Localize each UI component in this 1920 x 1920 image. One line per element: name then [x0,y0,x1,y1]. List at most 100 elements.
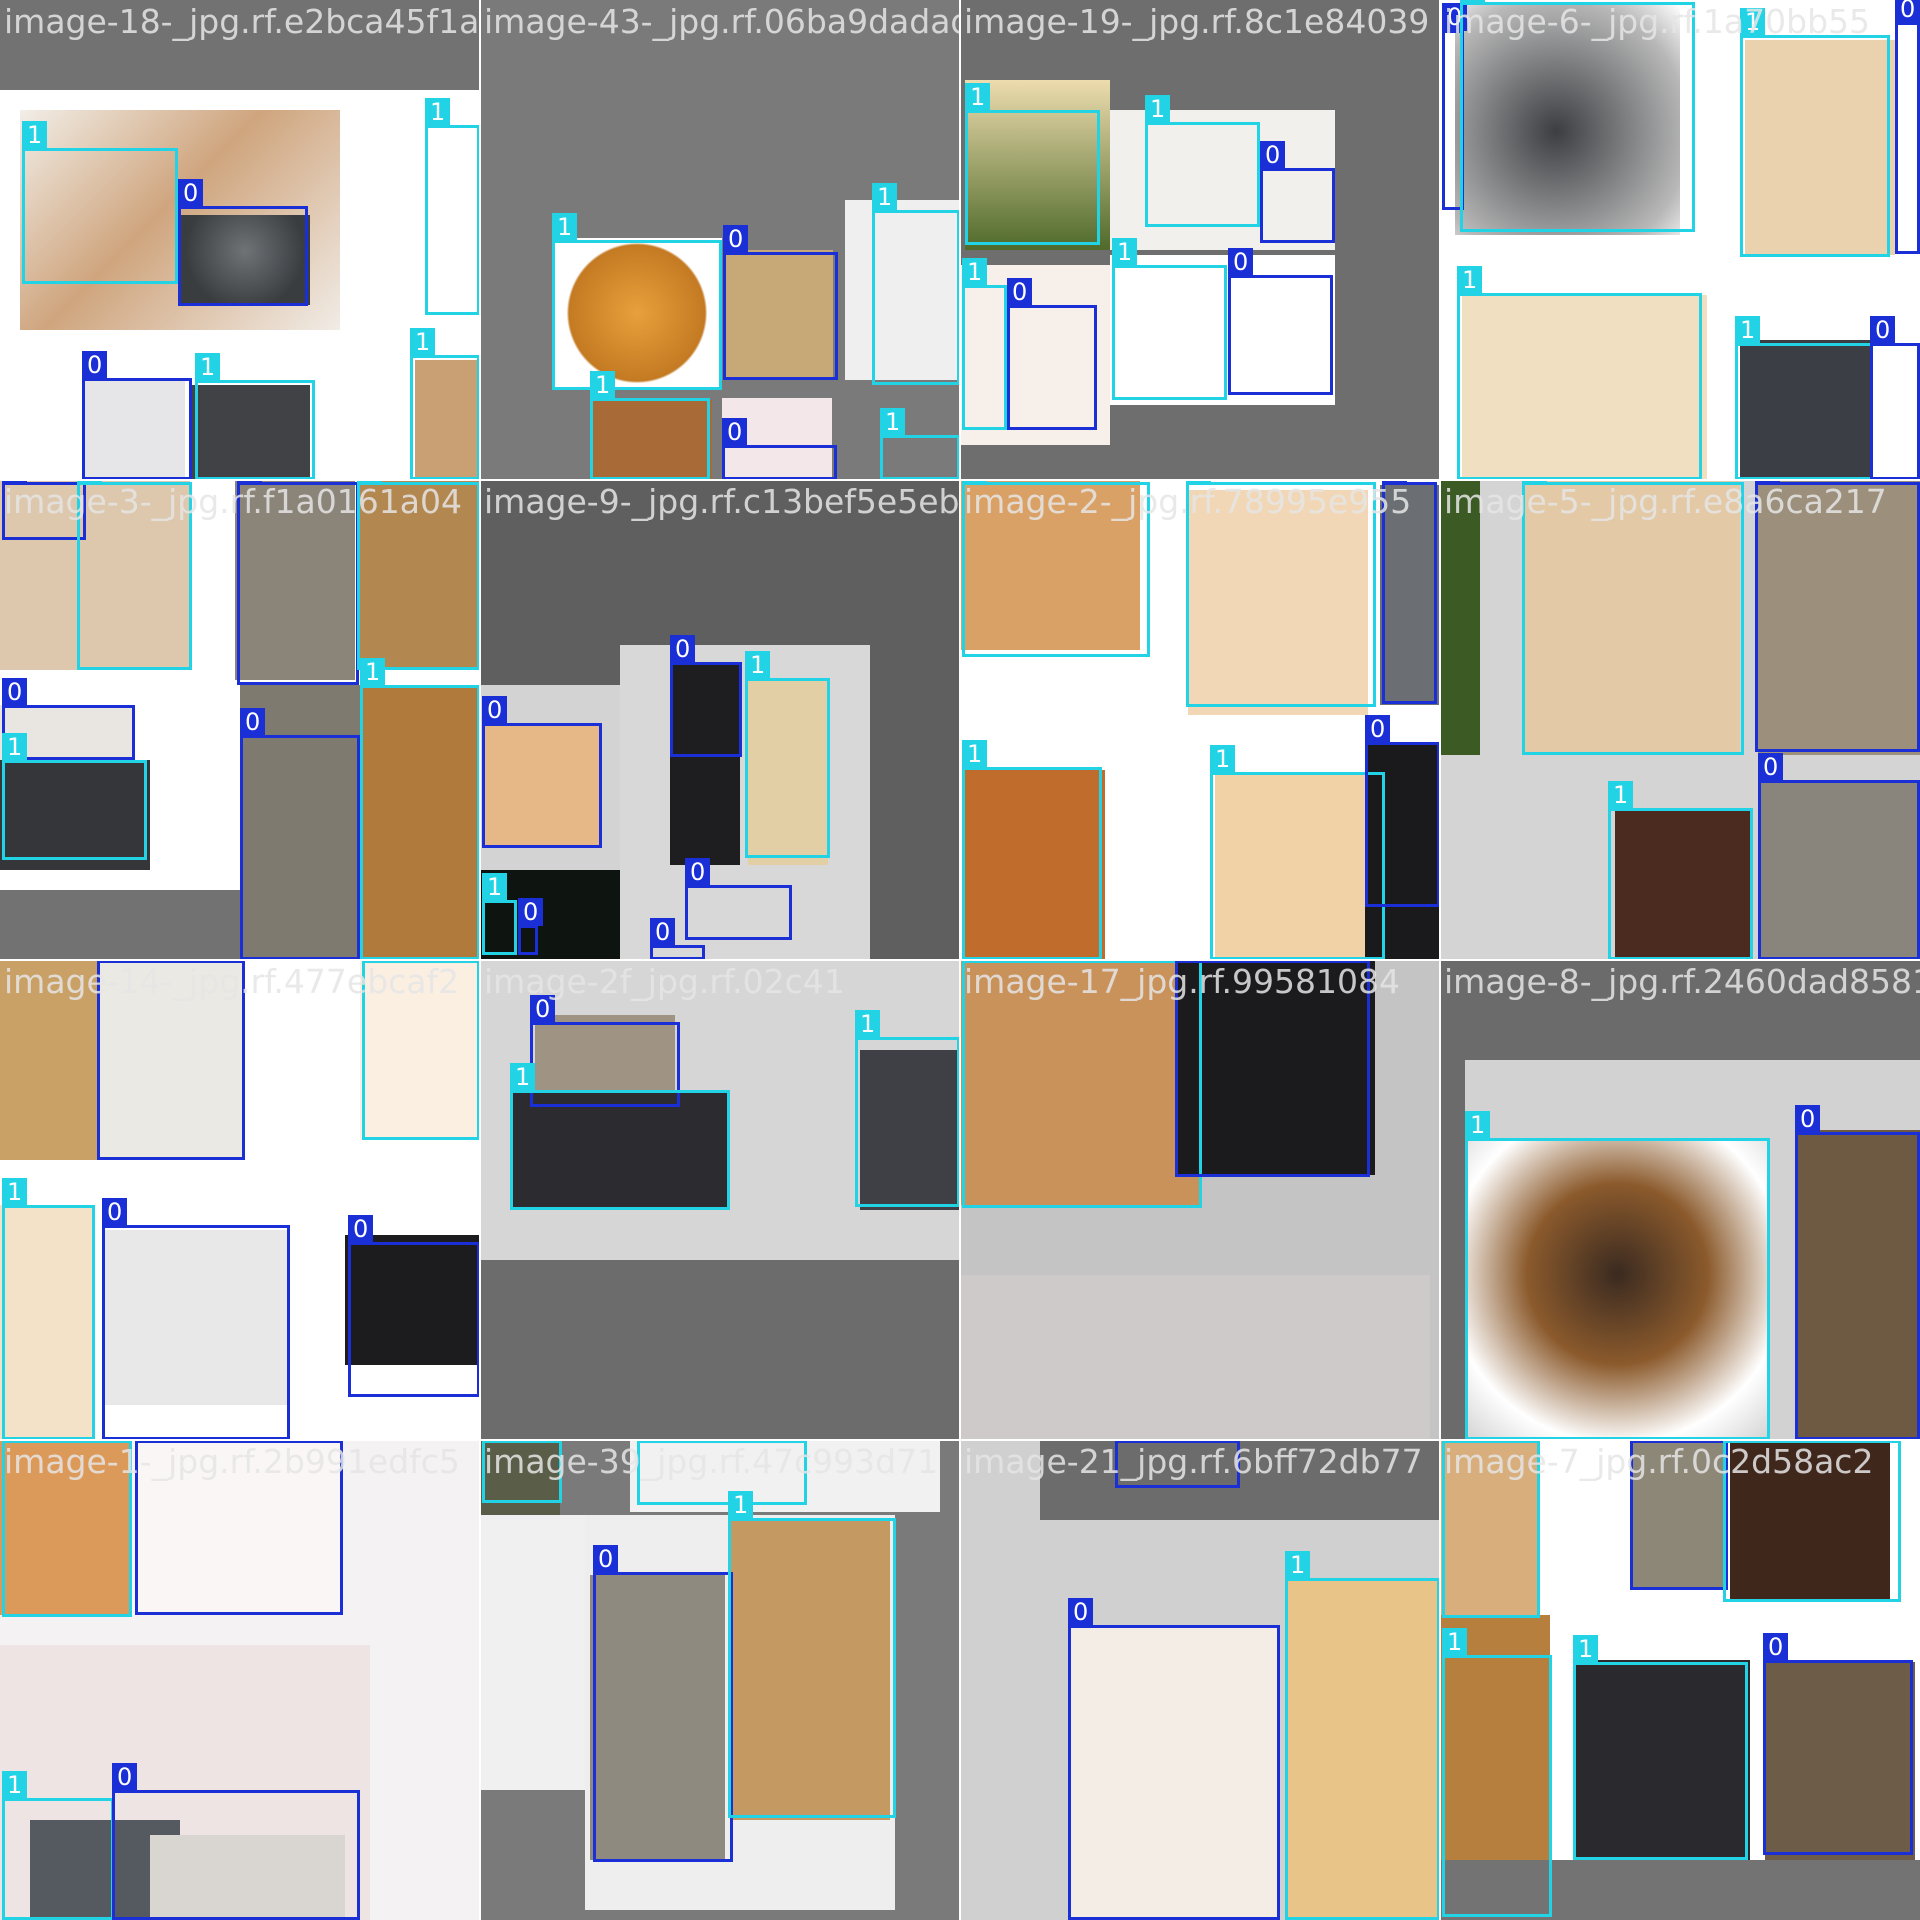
dog-bbox: 1 [77,480,192,670]
class-label: 0 [2,678,28,706]
cat-bbox: 0 [2,480,86,540]
photo-backdrop [480,1515,600,1790]
dog-bbox: 1 [2,1440,132,1617]
class-label: 1 [410,328,436,356]
class-label: 0 [1068,1598,1094,1626]
cat-bbox: 0 [97,960,245,1160]
cat-bbox: 0 [723,225,838,380]
dog-bbox: 1 [362,960,480,1140]
cat-bbox: 0 [102,1198,290,1440]
dog-bbox: 1 [1145,95,1260,227]
photo-backdrop [960,1275,1430,1440]
cat-bbox: 0 [650,918,705,960]
dog-bbox: 1 [728,1491,896,1818]
dog-bbox: 1 [745,651,830,858]
cat-bbox: 0 [1755,480,1920,752]
dog-bbox: 1 [962,258,1007,430]
dog-bbox: 1 [1608,781,1753,960]
dog-bbox: 1 [2,733,147,860]
dog-bbox: 1 [962,740,1102,960]
dog-photo [0,960,100,1160]
class-label: 0 [1260,141,1286,169]
cat-bbox: 0 [1228,248,1333,395]
dog-bbox: 1 [1457,266,1702,480]
class-label: 1 [728,1491,754,1519]
mosaic-tile: image-1-_jpg.rf.2b991edfc5 1 0 1 0 [0,1440,480,1920]
class-label: 1 [962,740,988,768]
mosaic-tile: image-2f_jpg.rf.02c41 0 1 1 [480,960,960,1440]
class-label: 1 [1608,781,1634,809]
mosaic-tile: image-8-_jpg.rf.2460dad8581 1 0 [1440,960,1920,1440]
cat-bbox: 0 [1260,141,1335,243]
cat-bbox: 0 [240,708,360,960]
cat-bbox: 0 [112,1763,360,1920]
class-label: 1 [482,873,508,901]
class-label: 0 [1895,0,1920,23]
dog-bbox: 1 [1186,480,1376,707]
class-label: 0 [722,418,748,446]
class-label: 1 [2,1178,28,1206]
letterbox-band [480,1260,960,1440]
letterbox-band [1040,1440,1440,1520]
dog-bbox: 1 [590,371,710,480]
class-label: 0 [1763,1633,1789,1661]
cat-bbox: 0 [1068,1598,1280,1920]
class-label: 0 [348,1215,374,1243]
mosaic-tile: image-9-_jpg.rf.c13bef5e5eb 0 0 1 0 1 0 … [480,480,960,960]
dog-bbox: 1 [482,1440,562,1503]
class-label: 1 [1145,95,1171,123]
dog-bbox: 1 [637,1440,807,1505]
dog-bbox: 1 [410,328,480,480]
class-label: 1 [1442,1628,1468,1656]
class-label: 0 [1758,753,1784,781]
class-label: 1 [1210,745,1236,773]
mosaic-tile: image-6-_jpg.rf.1a70bb55 0 1 1 0 1 1 0 [1440,0,1920,480]
cat-bbox: 0 [1795,1105,1920,1440]
class-label: 0 [240,708,266,736]
dog-bbox: 1 [855,1010,960,1207]
dog-bbox: 1 [1740,8,1890,257]
cat-bbox: 0 [670,635,742,757]
dog-bbox: 1 [1723,1440,1901,1602]
dog-bbox: 1 [1465,1111,1770,1440]
cat-bbox: 0 [348,1215,480,1397]
mosaic-tile: image-7_jpg.rf.0c2d58ac2 1 0 1 1 1 0 [1440,1440,1920,1920]
dog-bbox: 1 [482,873,517,955]
mosaic-tile: image-18-_jpg.rf.e2bca45f1a 1 0 1 0 1 1 [0,0,480,480]
class-label: 1 [425,98,451,126]
cat-bbox: 0 [1630,1440,1728,1590]
class-label: 0 [482,696,508,724]
letterbox-band [0,0,480,90]
class-label: 1 [510,1063,536,1091]
letterbox-band [0,890,240,960]
class-label: 1 [195,353,221,381]
class-label: 1 [590,371,616,399]
class-label: 1 [1740,8,1766,36]
class-label: 1 [22,121,48,149]
cat-bbox: 0 [1007,278,1097,430]
dog-bbox: 1 [1442,1440,1540,1618]
cat-bbox: 0 [1758,753,1920,960]
cat-bbox: 0 [237,480,359,685]
class-label: 1 [1457,266,1483,294]
class-label: 1 [880,408,906,436]
class-label: 0 [1228,248,1254,276]
class-label: 0 [1007,278,1033,306]
tile-divider [0,1439,1920,1441]
dog-bbox: 1 [552,213,722,390]
mosaic-tile: image-19-_jpg.rf.8c1e84039 1 1 0 1 0 1 0 [960,0,1440,480]
cat-bbox: 0 [1870,316,1920,480]
cat-bbox: 0 [178,179,308,306]
cat-bbox: 0 [685,858,792,940]
class-label: 1 [360,658,386,686]
foliage-photo [1440,480,1480,755]
dog-bbox: 1 [1210,745,1385,960]
cat-bbox: 0 [1175,960,1370,1177]
class-label: 0 [518,898,544,926]
cat-bbox: 0 [135,1440,343,1615]
tile-divider [0,479,1920,481]
class-label: 1 [552,213,578,241]
dog-bbox: 1 [965,83,1100,245]
class-label: 0 [685,858,711,886]
class-label: 1 [1285,1551,1311,1579]
